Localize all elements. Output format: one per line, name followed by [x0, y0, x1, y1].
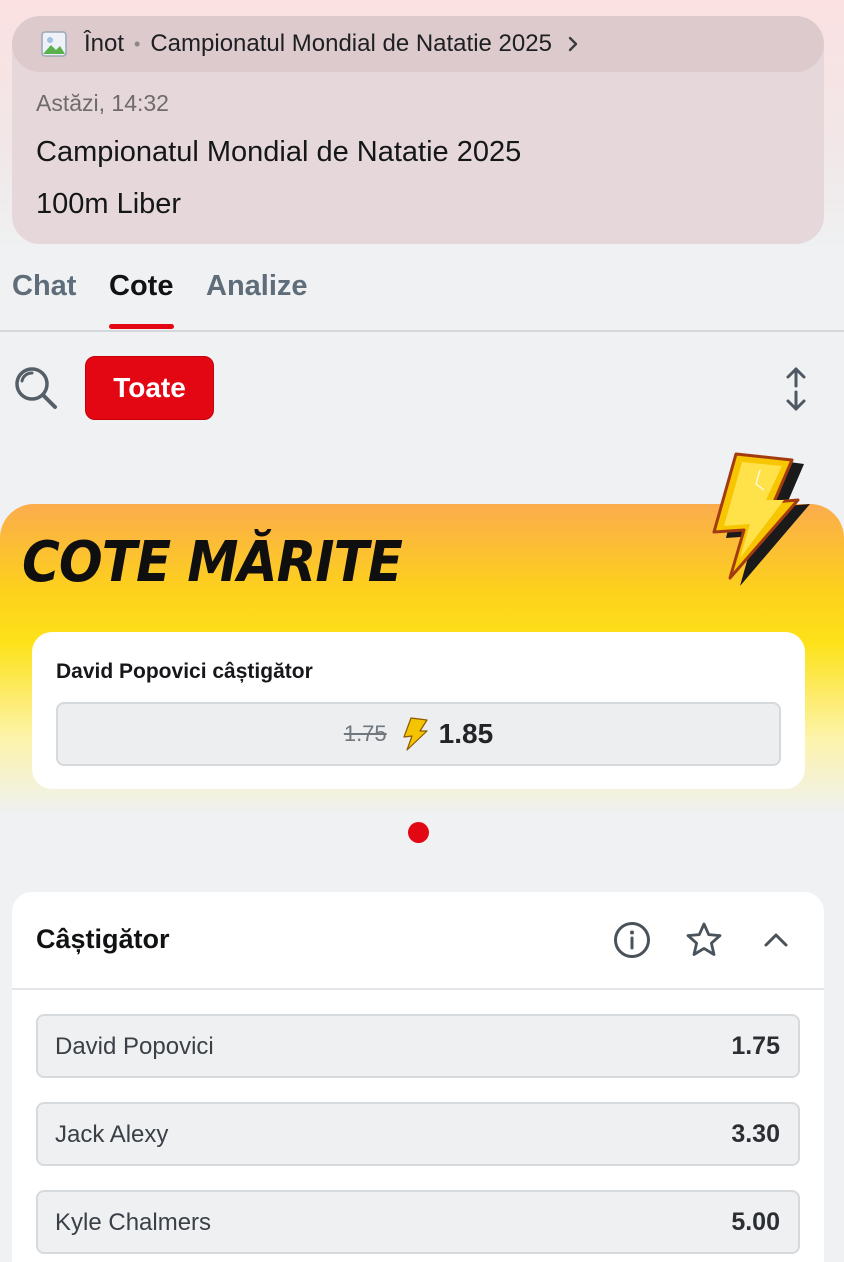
selection-name: Jack Alexy: [55, 1121, 169, 1148]
boosted-odds-card: David Popovici câștigător 1.75 1.85: [32, 632, 805, 789]
old-odds: 1.75: [343, 721, 387, 746]
selection-name: Kyle Chalmers: [55, 1209, 212, 1236]
breadcrumb-competition: Campionatul Mondial de Natatie 2025: [150, 30, 552, 57]
chevron-up-icon[interactable]: [756, 920, 796, 960]
chevron-right-icon: [568, 36, 578, 52]
boosted-odds-title: COTE MĂRITE: [22, 530, 403, 595]
image-placeholder-icon: [40, 30, 68, 58]
boosted-odds-button[interactable]: 1.75 1.85: [56, 702, 781, 766]
tab-cote[interactable]: Cote: [109, 270, 173, 303]
boost-bolt-icon: [403, 717, 428, 751]
sort-icon[interactable]: [780, 366, 812, 412]
breadcrumb-sport: Înot: [84, 30, 125, 57]
selection-odds: 3.30: [731, 1120, 780, 1148]
boosted-odds: 1.85: [438, 718, 494, 749]
star-icon[interactable]: [684, 920, 724, 960]
selection-odds: 1.75: [731, 1032, 780, 1060]
carousel-indicator-dot[interactable]: [408, 822, 429, 843]
selection-row[interactable]: Jack Alexy 3.30: [36, 1102, 800, 1166]
active-tab-indicator: [109, 324, 174, 329]
market-card: Câștigător David Popovici 1.75 Jack Alex…: [12, 892, 824, 1262]
tab-chat[interactable]: Chat: [12, 270, 76, 303]
selection-name: David Popovici: [55, 1033, 214, 1060]
search-icon[interactable]: [12, 364, 60, 412]
event-subtitle: 100m Liber: [36, 188, 182, 220]
breadcrumb-separator: •: [134, 33, 141, 54]
boosted-selection-name: David Popovici câștigător: [56, 660, 313, 683]
tab-analize[interactable]: Analize: [206, 270, 308, 303]
info-icon[interactable]: [612, 920, 652, 960]
selection-odds: 5.00: [731, 1208, 780, 1236]
event-time: Astăzi, 14:32: [36, 90, 169, 116]
selection-row[interactable]: David Popovici 1.75: [36, 1014, 800, 1078]
market-divider: [12, 988, 824, 990]
event-title: Campionatul Mondial de Natatie 2025: [36, 136, 522, 168]
selection-row[interactable]: Kyle Chalmers 5.00: [36, 1190, 800, 1254]
event-header-card: Înot • Campionatul Mondial de Natatie 20…: [12, 16, 824, 244]
breadcrumb[interactable]: Înot • Campionatul Mondial de Natatie 20…: [12, 16, 824, 72]
filter-all-chip[interactable]: Toate: [85, 356, 214, 420]
tab-bar: Chat Cote Analize: [0, 262, 844, 332]
lightning-bolt-icon: [712, 452, 810, 586]
market-title: Câștigător: [36, 924, 170, 954]
